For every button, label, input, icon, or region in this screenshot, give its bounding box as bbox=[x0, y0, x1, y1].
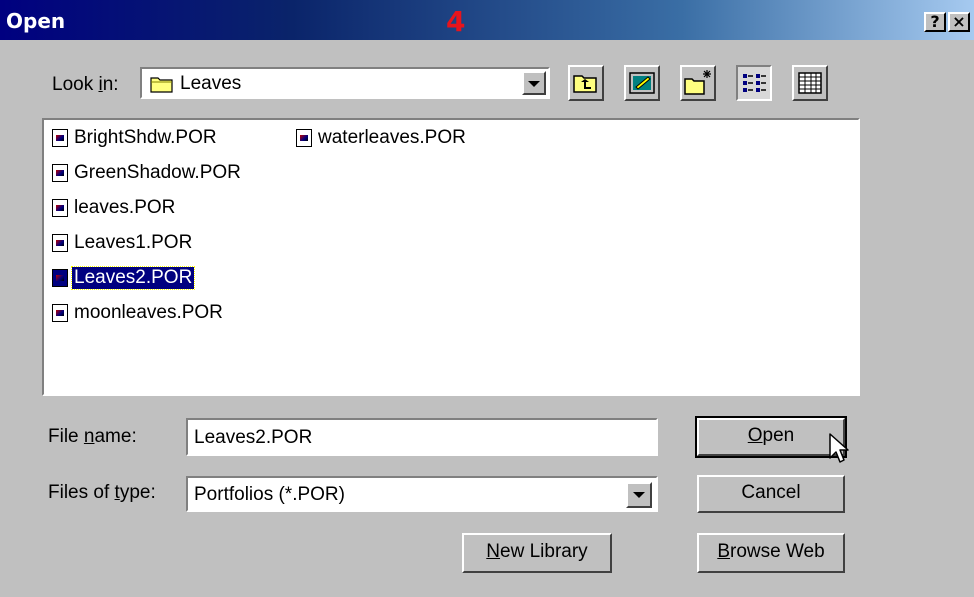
file-type-label-suffix: ype: bbox=[119, 482, 156, 503]
open-button-accel: O bbox=[747, 425, 763, 446]
look-in-value: Leaves bbox=[180, 73, 242, 94]
file-item-label: leaves.POR bbox=[74, 197, 176, 218]
file-item[interactable]: GreenShadow.POR bbox=[52, 161, 243, 185]
new-library-button-label: ew Library bbox=[500, 541, 588, 562]
new-folder-button[interactable] bbox=[680, 65, 716, 101]
help-button[interactable]: ? bbox=[924, 12, 946, 32]
file-item-label: GreenShadow.POR bbox=[74, 162, 241, 183]
portfolio-file-icon bbox=[52, 129, 68, 147]
look-in-label-suffix: n: bbox=[102, 74, 119, 95]
new-folder-icon bbox=[682, 70, 714, 104]
file-type-label-prefix: Files of bbox=[48, 482, 115, 503]
title-bar[interactable]: Open 4 ? × bbox=[0, 0, 974, 40]
file-name-label-accel: n bbox=[83, 426, 95, 447]
step-number: 4 bbox=[446, 5, 466, 38]
file-item[interactable]: waterleaves.POR bbox=[296, 126, 468, 150]
details-view-button[interactable] bbox=[792, 65, 828, 101]
file-item[interactable]: Leaves1.POR bbox=[52, 231, 194, 255]
file-name-label-suffix: ame: bbox=[94, 426, 137, 447]
new-library-button-accel: N bbox=[486, 541, 501, 562]
details-view-icon bbox=[794, 72, 826, 104]
file-type-label: Files of type: bbox=[48, 482, 156, 504]
file-item-label: waterleaves.POR bbox=[318, 127, 466, 148]
look-in-label: Look in: bbox=[52, 74, 119, 96]
open-button[interactable]: Open bbox=[695, 416, 847, 458]
file-item-label: Leaves1.POR bbox=[74, 232, 193, 253]
chevron-down-icon bbox=[528, 81, 540, 87]
file-item[interactable]: BrightShdw.POR bbox=[52, 126, 219, 150]
file-item[interactable]: moonleaves.POR bbox=[52, 301, 225, 325]
file-type-value: Portfolios (*.POR) bbox=[194, 484, 345, 505]
close-button[interactable]: × bbox=[948, 12, 970, 32]
file-item-selected[interactable]: Leaves2.POR bbox=[52, 266, 196, 290]
browse-web-button[interactable]: Browse Web bbox=[697, 533, 845, 573]
portfolio-file-icon bbox=[52, 304, 68, 322]
file-item-label: moonleaves.POR bbox=[74, 302, 223, 323]
portfolio-file-icon bbox=[52, 234, 68, 252]
portfolio-file-icon bbox=[296, 129, 312, 147]
file-type-dropdown-button[interactable] bbox=[626, 482, 652, 508]
cancel-button[interactable]: Cancel bbox=[697, 475, 845, 513]
up-one-level-button[interactable] bbox=[568, 65, 604, 101]
file-name-value: Leaves2.POR bbox=[194, 427, 313, 448]
portfolio-file-icon bbox=[52, 199, 68, 217]
file-item-label: Leaves2.POR bbox=[70, 266, 196, 290]
look-in-label-prefix: Look bbox=[52, 74, 99, 95]
look-in-combo[interactable]: Leaves bbox=[140, 67, 550, 99]
list-view-button[interactable] bbox=[736, 65, 772, 101]
up-one-level-icon bbox=[570, 75, 602, 104]
new-library-button[interactable]: New Library bbox=[462, 533, 612, 573]
window-title: Open bbox=[6, 9, 66, 33]
folder-icon bbox=[150, 74, 174, 100]
file-list[interactable]: BrightShdw.POR GreenShadow.POR leaves.PO… bbox=[42, 118, 860, 396]
browse-web-button-label: rowse Web bbox=[730, 541, 825, 562]
desktop-icon bbox=[626, 72, 658, 104]
file-name-label: File name: bbox=[48, 426, 137, 448]
chevron-down-icon bbox=[633, 492, 645, 498]
portfolio-file-icon bbox=[52, 269, 68, 287]
mouse-cursor-icon bbox=[828, 432, 852, 472]
list-view-icon bbox=[738, 74, 770, 104]
portfolio-file-icon bbox=[52, 164, 68, 182]
open-button-label: pen bbox=[762, 425, 795, 446]
look-in-dropdown-button[interactable] bbox=[522, 71, 546, 95]
desktop-button[interactable] bbox=[624, 65, 660, 101]
file-item[interactable]: leaves.POR bbox=[52, 196, 177, 220]
browse-web-button-accel: B bbox=[717, 541, 730, 562]
file-type-select[interactable]: Portfolios (*.POR) bbox=[186, 476, 658, 512]
file-name-label-prefix: File bbox=[48, 426, 84, 447]
open-dialog: Open 4 ? × Look in: Leaves BrightShdw.PO… bbox=[0, 0, 974, 597]
file-name-input[interactable]: Leaves2.POR bbox=[186, 418, 658, 456]
file-item-label: BrightShdw.POR bbox=[74, 127, 217, 148]
